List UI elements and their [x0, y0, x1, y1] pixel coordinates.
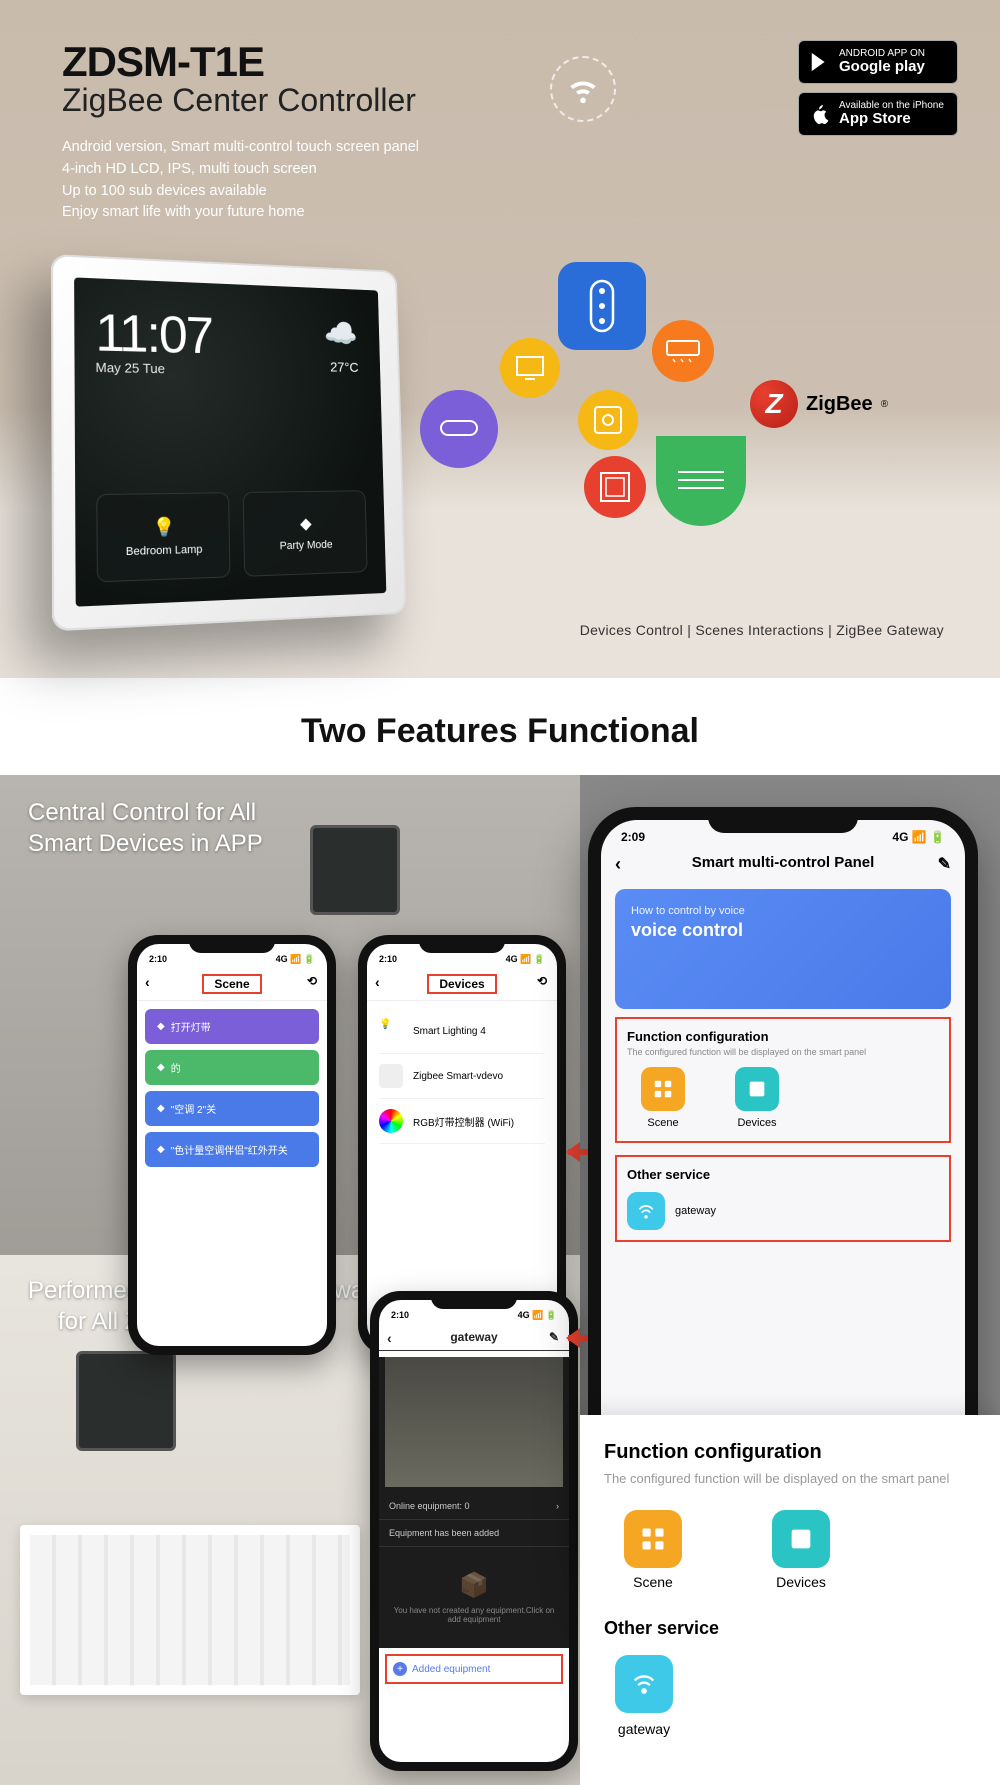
- voice-control-card[interactable]: How to control by voice voice control: [615, 889, 951, 1009]
- gateway-button[interactable]: gateway: [627, 1192, 939, 1230]
- bubble-dimmer-icon: [578, 390, 638, 450]
- device-item[interactable]: RGB灯带控制器 (WiFi): [379, 1099, 545, 1144]
- google-play-badge[interactable]: ANDROID APP ONGoogle play: [798, 40, 958, 84]
- clock-time: 11:07: [95, 303, 362, 370]
- edit-icon[interactable]: ✎: [938, 854, 951, 874]
- devices-button[interactable]: Devices: [735, 1067, 779, 1129]
- scene-item[interactable]: ◆ "空调 2"关: [145, 1091, 319, 1126]
- room-thumbnail: [385, 1357, 563, 1487]
- bubble-curtain-icon: [420, 390, 498, 468]
- added-equipment-header: Equipment has been added: [379, 1520, 569, 1547]
- phone-scene: 2:104G 📶 🔋 ‹Scene⟲ ◆ 打开灯带 ◆ 的 ◆ "空调 2"关 …: [128, 935, 336, 1355]
- callout-panel: Function configuration The configured fu…: [580, 1415, 1000, 1785]
- features-section: Central Control for All Smart Devices in…: [0, 775, 1000, 1785]
- scene-button[interactable]: Scene: [624, 1510, 682, 1590]
- settings-icon[interactable]: ⟲: [537, 974, 547, 988]
- tab-scene[interactable]: Scene: [202, 974, 261, 994]
- page-title: Smart multi-control Panel: [692, 854, 875, 871]
- bubble-monitor-icon: [500, 338, 560, 398]
- other-service-block: Other service gateway: [615, 1155, 951, 1242]
- gateway-button[interactable]: gateway: [604, 1655, 684, 1737]
- bubble-panel-icon: [584, 456, 646, 518]
- other-service-title: Other service: [604, 1618, 976, 1639]
- hero-tagline: Devices Control | Scenes Interactions | …: [580, 622, 944, 638]
- bubble-blinds-icon: [656, 436, 746, 526]
- tile-bedroom-lamp[interactable]: 💡Bedroom Lamp: [96, 492, 230, 582]
- hero-banner: ZDSM-T1E ZigBee Center Controller Androi…: [0, 0, 1000, 678]
- product-specs: Android version, Smart multi-control tou…: [62, 137, 938, 224]
- weather-icon: ☁️: [323, 317, 358, 351]
- zigbee-logo: ZZigBee®: [750, 380, 888, 428]
- back-icon[interactable]: ‹: [375, 974, 380, 990]
- gateway-title: gateway: [450, 1330, 497, 1344]
- empty-icon: 📦: [393, 1571, 555, 1600]
- google-play-icon: [809, 51, 831, 73]
- radiator: [20, 1525, 360, 1695]
- device-item[interactable]: Zigbee Smart-vdevo: [379, 1054, 545, 1099]
- apple-icon: [809, 103, 831, 125]
- scene-item[interactable]: ◆ 的: [145, 1050, 319, 1085]
- scene-item[interactable]: ◆ "色计量空调伴侣"红外开关: [145, 1132, 319, 1167]
- tab-devices[interactable]: Devices: [427, 974, 496, 994]
- scene-item[interactable]: ◆ 打开灯带: [145, 1009, 319, 1044]
- back-icon[interactable]: ‹: [387, 1330, 392, 1346]
- back-icon[interactable]: ‹: [145, 974, 150, 990]
- section-title: Two Features Functional: [0, 678, 1000, 775]
- devices-button[interactable]: Devices: [772, 1510, 830, 1590]
- bubble-ac-icon: [652, 320, 714, 382]
- online-equipment-row[interactable]: Online equipment: 0›: [379, 1493, 569, 1520]
- settings-icon[interactable]: ⟲: [307, 974, 317, 988]
- category-bubbles: ZZigBee®: [420, 260, 880, 580]
- wifi-icon: [550, 56, 616, 122]
- function-config-block: Function configuration The configured fu…: [615, 1017, 951, 1143]
- callout-subtitle: The configured function will be displaye…: [604, 1470, 976, 1488]
- wall-panel-2: [76, 1351, 176, 1451]
- temperature: 27°C: [330, 359, 359, 375]
- add-equipment-button[interactable]: +Added equipment: [385, 1654, 563, 1684]
- callout-title: Function configuration: [604, 1441, 976, 1464]
- app-store-badge[interactable]: Available on the iPhoneApp Store: [798, 92, 958, 136]
- device-item[interactable]: 💡Smart Lighting 4: [379, 1009, 545, 1054]
- bubble-switch-icon: [558, 262, 646, 350]
- caption-1: Central Control for All Smart Devices in…: [28, 797, 263, 859]
- tile-party-mode[interactable]: ◆Party Mode: [243, 490, 368, 577]
- phone-gateway: 2:104G 📶 🔋 ‹gateway✎ Online equipment: 0…: [370, 1291, 578, 1771]
- wall-panel: [310, 825, 400, 915]
- product-device: 11:07 May 25 Tue ☁️ 27°C 💡Bedroom Lamp ◆…: [51, 254, 407, 631]
- back-icon[interactable]: ‹: [615, 854, 621, 875]
- scene-button[interactable]: Scene: [641, 1067, 685, 1129]
